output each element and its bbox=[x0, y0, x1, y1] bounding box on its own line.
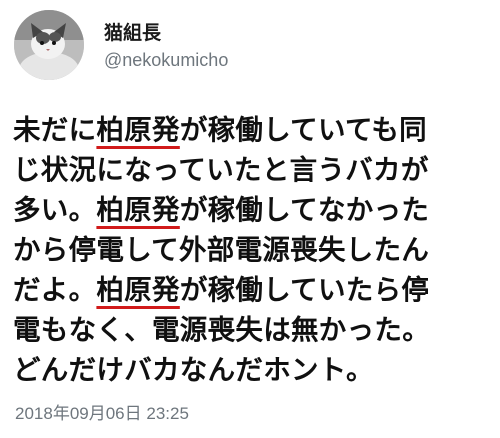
underlined-term: 柏原発 bbox=[96, 194, 180, 226]
tweet-timestamp[interactable]: 2018年09月06日 23:25 bbox=[15, 399, 189, 424]
text-segment: 多い。 bbox=[13, 194, 97, 226]
text-segment: が稼働していても同 bbox=[179, 114, 427, 146]
cat-avatar-icon bbox=[14, 10, 84, 80]
user-handle[interactable]: @nekokumicho bbox=[104, 50, 228, 71]
tweet-line: どんだけバカなんだホント。 bbox=[13, 350, 493, 390]
text-segment: だよ。 bbox=[13, 274, 97, 306]
tweet-text: 未だに柏原発が稼働していても同 じ状況になっていたと言うバカが 多い。柏原発が稼… bbox=[13, 110, 493, 390]
text-segment: 電もなく、電源喪失は無かった。 bbox=[13, 314, 430, 346]
tweet-line: 電もなく、電源喪失は無かった。 bbox=[13, 310, 493, 350]
tweet-line: 未だに柏原発が稼働していても同 bbox=[13, 110, 493, 150]
underlined-term: 柏原発 bbox=[96, 274, 180, 306]
tweet-card: 猫組長 @nekokumicho 未だに柏原発が稼働していても同 じ状況になって… bbox=[0, 0, 500, 438]
avatar[interactable] bbox=[14, 10, 84, 80]
text-segment: が稼働してなかった bbox=[179, 194, 430, 226]
text-segment: じ状況になっていたと言うバカが bbox=[13, 154, 429, 186]
text-segment: から停電して外部電源喪失したん bbox=[13, 234, 430, 266]
text-segment: 未だに bbox=[13, 114, 97, 146]
tweet-line: 多い。柏原発が稼働してなかった bbox=[13, 190, 493, 230]
tweet-line: じ状況になっていたと言うバカが bbox=[13, 150, 493, 190]
display-name[interactable]: 猫組長 bbox=[104, 18, 161, 45]
tweet-line: から停電して外部電源喪失したん bbox=[13, 230, 493, 270]
text-segment: が稼働していたら停 bbox=[179, 274, 430, 306]
underlined-term: 柏原発 bbox=[96, 114, 180, 146]
text-segment: どんだけバカなんだホント。 bbox=[13, 354, 374, 386]
tweet-line: だよ。柏原発が稼働していたら停 bbox=[13, 270, 493, 310]
